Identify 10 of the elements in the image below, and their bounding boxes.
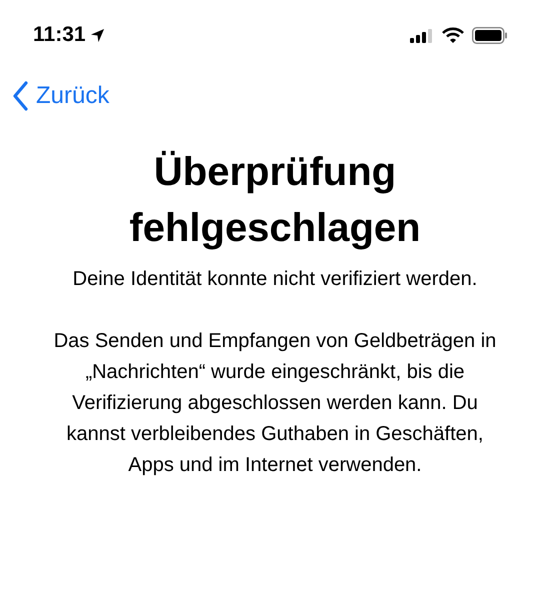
battery-icon	[472, 26, 508, 44]
location-arrow-icon	[90, 28, 105, 42]
signal-icon	[410, 28, 434, 42]
wifi-icon	[442, 27, 464, 43]
page-title: Überprüfung fehlgeschlagen	[128, 149, 422, 252]
back-button[interactable]: Zurück	[12, 78, 110, 114]
body-text: Das Senden und Empfangen von Geldbeträgen in „Nachrichten“ wurde eingeschränkt, bis die Verifizierung abgeschlossen werden kann. Du kannst verbleibendes Guthaben in Geschäften, Apps und im Internet verwenden.	[52, 329, 498, 478]
clock-time: 11:31	[33, 22, 86, 48]
subtitle: Deine Identität konnte nicht verifiziert werden.	[72, 267, 478, 292]
chevron-left-icon	[12, 81, 28, 111]
